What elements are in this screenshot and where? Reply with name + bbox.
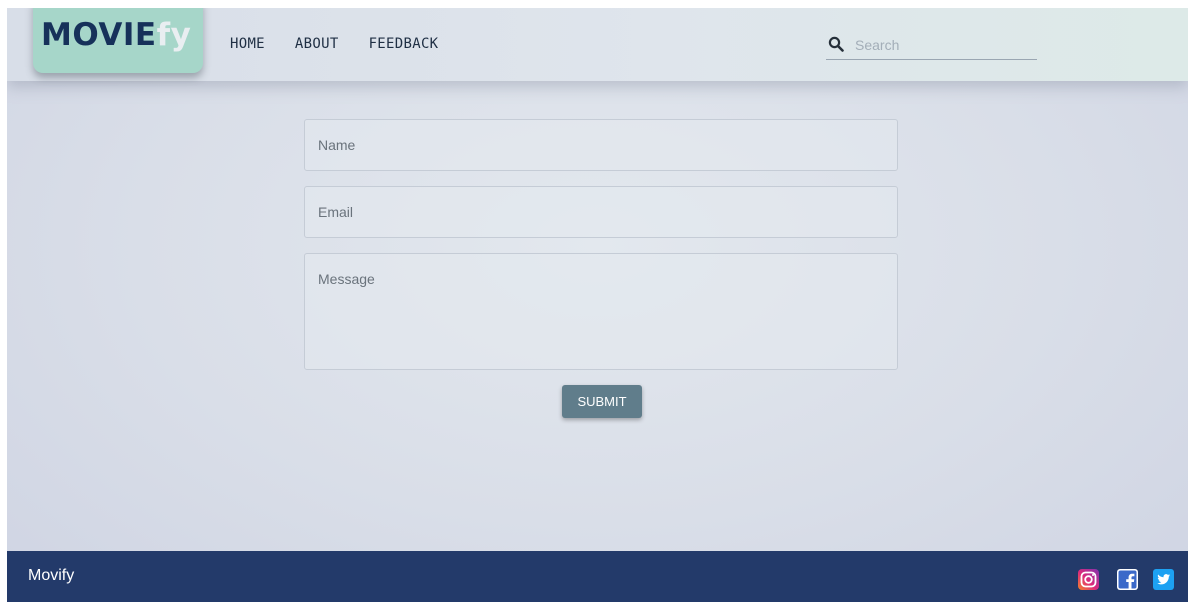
logo-main-text: MOVIE bbox=[41, 17, 157, 53]
twitter-icon[interactable] bbox=[1153, 569, 1174, 590]
search-box bbox=[826, 32, 1037, 60]
message-field[interactable] bbox=[304, 253, 898, 370]
nav-menu: HOME ABOUT FEEDBACK bbox=[230, 36, 438, 52]
logo-accent-text: fy bbox=[156, 17, 192, 53]
instagram-icon[interactable] bbox=[1078, 569, 1099, 590]
search-icon[interactable] bbox=[828, 36, 844, 52]
footer-brand: Movify bbox=[28, 567, 75, 584]
submit-button[interactable]: SUBMIT bbox=[562, 385, 642, 418]
logo[interactable]: MOVIEfy bbox=[33, 8, 203, 73]
name-field[interactable] bbox=[304, 119, 898, 171]
facebook-icon[interactable] bbox=[1117, 569, 1138, 590]
email-field[interactable] bbox=[304, 186, 898, 238]
footer: Movify bbox=[7, 551, 1188, 602]
page: MOVIEfy HOME ABOUT FEEDBACK SUBMIT Movif… bbox=[7, 8, 1188, 602]
nav-feedback-link[interactable]: FEEDBACK bbox=[369, 36, 439, 52]
search-input[interactable] bbox=[855, 34, 1033, 56]
nav-home-link[interactable]: HOME bbox=[230, 36, 265, 52]
logo-text: MOVIEfy bbox=[41, 20, 191, 51]
nav-about-link[interactable]: ABOUT bbox=[295, 36, 339, 52]
top-navbar: MOVIEfy HOME ABOUT FEEDBACK bbox=[7, 8, 1188, 81]
